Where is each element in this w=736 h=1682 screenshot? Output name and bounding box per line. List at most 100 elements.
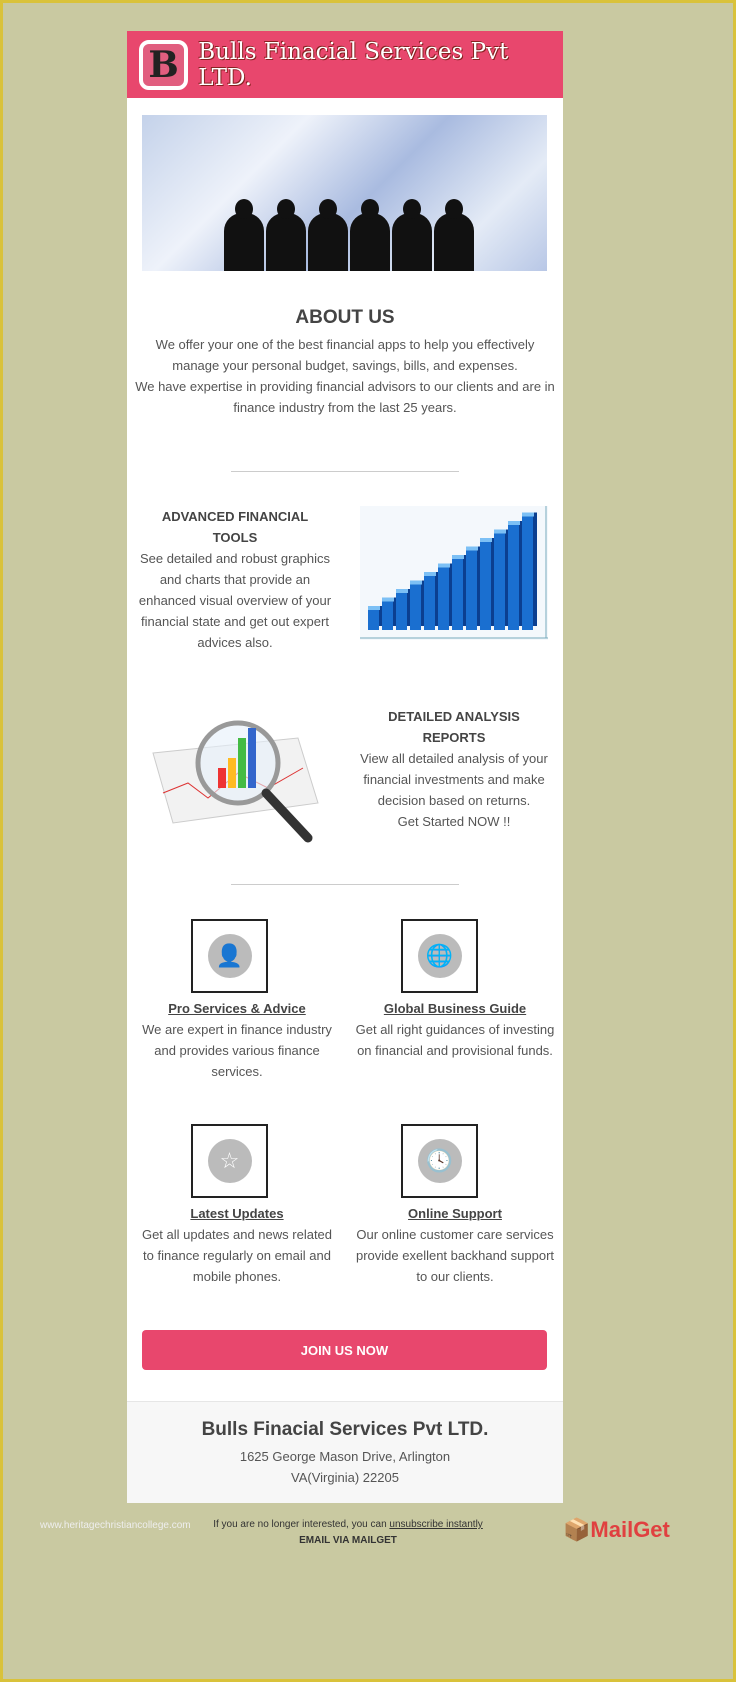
feature-title-link[interactable]: Online Support: [347, 1203, 563, 1224]
unsubscribe-prefix: If you are no longer interested, you can: [213, 1519, 390, 1530]
reports-line: financial investments and make: [363, 772, 545, 787]
silhouette: [350, 199, 390, 271]
feature-title-link[interactable]: Global Business Guide: [347, 998, 563, 1019]
about-line: We offer your one of the best financial …: [155, 337, 535, 352]
reports-line: Get Started NOW !!: [397, 814, 511, 829]
bitcoin-logo-icon: B: [139, 39, 189, 90]
bar-chart-image: [360, 506, 548, 640]
unsubscribe-text: If you are no longer interested, you can…: [203, 1519, 493, 1546]
reports-title: DETAILED ANALYSIS: [388, 709, 520, 724]
feature-title-link[interactable]: Pro Services & Advice: [127, 998, 347, 1019]
feature-line: mobile phones.: [192, 1269, 282, 1284]
bar: [508, 525, 519, 630]
feature-item: Global Business Guide Get all right guida…: [347, 998, 563, 1061]
clock-icon: 🕓: [417, 1139, 462, 1183]
feature-title-link[interactable]: Latest Updates: [127, 1203, 347, 1224]
footer-company: Bulls Finacial Services Pvt LTD.: [201, 1419, 489, 1440]
join-us-button[interactable]: JOIN US NOW: [142, 1330, 547, 1370]
silhouette: [434, 199, 474, 271]
bar: [494, 533, 505, 630]
globe-icon-box: 🌐: [401, 919, 478, 993]
feature-line: Get all updates and news related: [141, 1227, 333, 1242]
bar: [480, 542, 491, 630]
bar-top: [480, 538, 492, 542]
tools-line: and charts that provide an: [159, 572, 311, 587]
about-title: ABOUT US: [295, 307, 395, 328]
tools-line: advices also.: [197, 635, 273, 650]
feature-line: and provides various finance: [154, 1043, 320, 1058]
feature-line: to finance regularly on email and: [143, 1248, 331, 1263]
feature-line: to our clients.: [416, 1269, 494, 1284]
feature-item: Online Support Our online customer care s…: [347, 1203, 563, 1287]
bar: [410, 584, 421, 630]
bar: [368, 610, 379, 630]
feature-line: provide exellent backhand support: [355, 1248, 555, 1263]
user-icon: 👤: [207, 934, 252, 978]
about-line: manage your personal budget, savings, bi…: [172, 358, 518, 373]
unsubscribe-link[interactable]: unsubscribe instantly: [389, 1519, 482, 1530]
star-icon: ☆: [207, 1139, 252, 1183]
bar: [424, 576, 435, 630]
watermark: www.heritagechristiancollege.com: [40, 1520, 191, 1531]
hero-image: [142, 115, 547, 271]
bar-top: [424, 572, 436, 576]
divider: [231, 884, 459, 885]
bar: [466, 550, 477, 630]
feature-line: Get all right guidances of investing: [355, 1022, 555, 1037]
bar: [396, 593, 407, 630]
tools-title: TOOLS: [212, 530, 258, 545]
footer-address-2: VA(Virginia) 22205: [291, 1470, 399, 1485]
divider: [231, 471, 459, 472]
brand-name: Bulls Finacial Services Pvt LTD.: [198, 38, 509, 91]
feature-line: We are expert in finance industry: [142, 1022, 332, 1037]
bar-top: [494, 529, 506, 534]
magnifier-chart-image: [152, 720, 319, 843]
clock-icon-box: 🕓: [401, 1124, 478, 1198]
silhouette: [266, 199, 306, 271]
feature-line: Our online customer care services: [356, 1227, 554, 1242]
bar: [452, 559, 463, 630]
tools-line: financial state and get out expert: [141, 614, 329, 629]
feature-line: on financial and provisional funds.: [357, 1043, 553, 1058]
feature-item: Latest Updates Get all updates and news r…: [127, 1203, 347, 1287]
footer: Bulls Finacial Services Pvt LTD. 1625 Ge…: [127, 1401, 563, 1503]
tools-title: ADVANCED FINANCIAL: [161, 509, 309, 524]
reports-title: REPORTS: [422, 730, 486, 745]
bar: [382, 601, 393, 630]
feature-item: Pro Services & Advice We are expert in fi…: [127, 998, 347, 1082]
mailget-box-icon: 📦: [563, 1517, 591, 1542]
reports-section: DETAILED ANALYSIS REPORTS View all detai…: [353, 706, 555, 832]
about-text: We offer your one of the best financial …: [127, 334, 563, 418]
email-via-mailget: EMAIL VIA MAILGET: [299, 1535, 397, 1546]
bar-top: [438, 563, 450, 568]
mailget-logo[interactable]: 📦 MailGet: [563, 1517, 670, 1543]
bar-top: [382, 597, 394, 602]
email-card: B Bulls Finacial Services Pvt LTD. ABOUT…: [127, 31, 563, 1503]
bar: [522, 516, 533, 630]
bar: [438, 567, 449, 630]
globe-icon: 🌐: [417, 934, 462, 978]
bar-top: [522, 512, 534, 517]
about-line: We have expertise in providing financial…: [135, 379, 555, 394]
feature-line: services.: [211, 1064, 263, 1079]
bar-side: [533, 512, 537, 626]
mailget-wordmark: MailGet: [590, 1517, 670, 1542]
reports-line: View all detailed analysis of your: [360, 751, 548, 766]
bar-top: [410, 580, 422, 585]
tools-line: See detailed and robust graphics: [139, 551, 331, 566]
bar-top: [452, 555, 464, 559]
bar-top: [368, 606, 380, 610]
silhouette: [224, 199, 264, 271]
header: B Bulls Finacial Services Pvt LTD.: [127, 31, 563, 98]
star-icon-box: ☆: [191, 1124, 268, 1198]
tools-line: enhanced visual overview of your: [138, 593, 332, 608]
silhouette: [392, 199, 432, 271]
footer-address-1: 1625 George Mason Drive, Arlington: [239, 1449, 451, 1464]
silhouette: [308, 199, 348, 271]
user-icon-box: 👤: [191, 919, 268, 993]
bar-top: [508, 521, 520, 525]
about-line: finance industry from the last 25 years.: [233, 400, 457, 415]
tools-section: ADVANCED FINANCIAL TOOLS See detailed an…: [137, 506, 333, 653]
bar-top: [466, 546, 478, 551]
bar-top: [396, 589, 408, 593]
